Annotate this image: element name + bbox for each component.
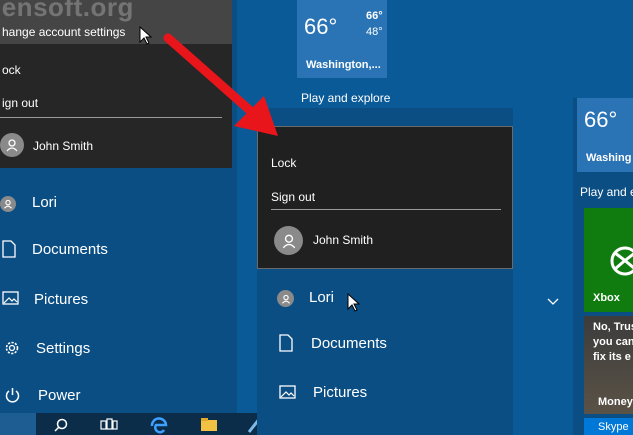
search-icon[interactable] bbox=[54, 418, 68, 432]
nav-label: Lori bbox=[32, 194, 58, 211]
weather-city: Washington,... bbox=[306, 59, 381, 71]
middle-account-popup: Lock Sign out John Smith bbox=[257, 126, 513, 269]
start-button[interactable] bbox=[0, 413, 36, 435]
xbox-icon bbox=[610, 246, 633, 276]
change-account-settings-item[interactable]: hange account settings bbox=[2, 25, 125, 39]
lock-item[interactable]: ock bbox=[2, 63, 21, 77]
gear-icon bbox=[5, 341, 19, 355]
lock-item[interactable]: Lock bbox=[271, 156, 296, 170]
user-avatar bbox=[0, 133, 24, 157]
user-icon bbox=[277, 290, 294, 307]
group-label-play-explore: Play and explore bbox=[301, 91, 391, 105]
watermark-logo: jensoft.org bbox=[0, 0, 134, 22]
chevron-down-icon[interactable] bbox=[547, 298, 559, 306]
weather-temp: 66° bbox=[304, 14, 338, 39]
pictures-icon bbox=[279, 385, 296, 399]
popup-divider bbox=[271, 209, 501, 210]
user-icon bbox=[0, 196, 16, 212]
document-icon bbox=[279, 334, 293, 352]
user-name[interactable]: John Smith bbox=[313, 233, 373, 247]
xbox-tile[interactable]: Xbox bbox=[584, 208, 633, 312]
money-label: Money bbox=[598, 396, 633, 408]
nav-label: Lori bbox=[309, 289, 335, 306]
news-headline: No, Trus you can fix its e bbox=[593, 321, 633, 363]
pictures-icon bbox=[2, 291, 19, 305]
person-icon bbox=[282, 234, 295, 248]
task-view-icon[interactable] bbox=[100, 418, 118, 432]
nav-label: Settings bbox=[36, 340, 91, 357]
weather-temp: 66° bbox=[584, 107, 618, 132]
weather-high: 66° bbox=[366, 10, 383, 22]
money-tile[interactable]: No, Trus you can fix its e Money bbox=[584, 316, 633, 414]
skype-tile[interactable]: Skype bbox=[584, 418, 633, 435]
mouse-cursor-icon bbox=[139, 26, 153, 45]
nav-label: Power bbox=[38, 387, 81, 404]
sign-out-item[interactable]: Sign out bbox=[271, 190, 315, 204]
edge-browser-icon[interactable] bbox=[150, 416, 168, 434]
weather-tile-right[interactable]: 66° Washing bbox=[577, 98, 633, 172]
xbox-label: Xbox bbox=[593, 292, 620, 304]
group-label-play-explore-right: Play and e bbox=[580, 185, 633, 199]
nav-label: Pictures bbox=[34, 291, 89, 308]
power-icon bbox=[5, 388, 20, 403]
document-icon bbox=[2, 240, 16, 258]
taskbar bbox=[0, 413, 290, 435]
file-explorer-icon[interactable] bbox=[200, 417, 218, 432]
nav-label: Documents bbox=[311, 335, 387, 352]
sign-out-item[interactable]: ign out bbox=[2, 96, 38, 110]
user-avatar bbox=[274, 226, 303, 255]
person-icon bbox=[6, 139, 18, 152]
weather-low: 48° bbox=[366, 26, 383, 38]
nav-label: Documents bbox=[32, 241, 108, 258]
weather-tile[interactable]: 66° 66° 48° Washington,... bbox=[297, 0, 387, 78]
mouse-cursor-icon bbox=[347, 293, 361, 312]
weather-city: Washing bbox=[586, 152, 632, 164]
red-arrow-annotation bbox=[163, 33, 278, 136]
nav-label: Pictures bbox=[313, 384, 368, 401]
user-name[interactable]: John Smith bbox=[33, 139, 93, 153]
skype-label: Skype bbox=[598, 421, 629, 433]
